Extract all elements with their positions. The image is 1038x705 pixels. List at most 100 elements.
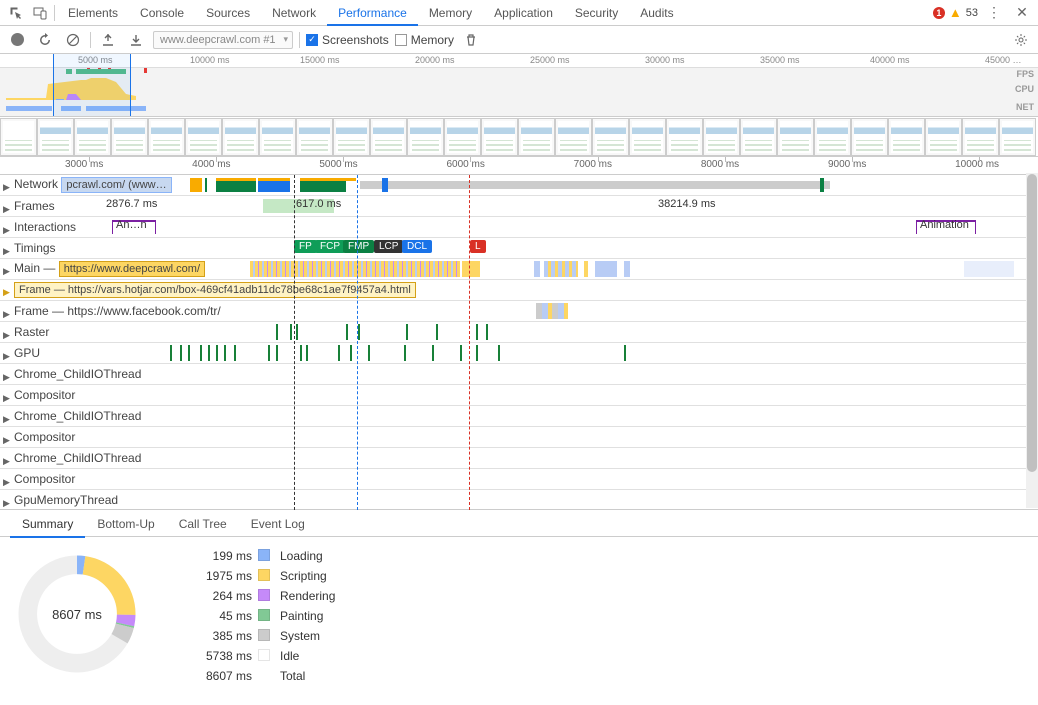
filmstrip-frame[interactable] — [37, 118, 74, 156]
stab-summary[interactable]: Summary — [10, 510, 85, 538]
tab-audits[interactable]: Audits — [629, 0, 684, 26]
screenshots-checkbox[interactable]: Screenshots — [306, 33, 389, 47]
load-profile-icon[interactable] — [97, 29, 119, 51]
memory-checkbox[interactable]: Memory — [395, 33, 454, 47]
legend-time: 45 ms — [182, 609, 252, 623]
tab-memory[interactable]: Memory — [418, 0, 483, 26]
track-network[interactable]: ▶Network pcrawl.com/ (www… — [0, 175, 1038, 196]
track-frame-facebook[interactable]: ▶Frame — https://www.facebook.com/tr/ — [0, 301, 1038, 322]
filmstrip-frame[interactable] — [592, 118, 629, 156]
track-gpu[interactable]: ▶GPU — [0, 343, 1038, 364]
filmstrip-frame[interactable] — [629, 118, 666, 156]
warn-icon[interactable]: ▲ — [949, 5, 962, 20]
track-main[interactable]: ▶Main — https://www.deepcrawl.com/ — [0, 259, 1038, 280]
filmstrip-frame[interactable] — [296, 118, 333, 156]
filmstrip-frame[interactable] — [962, 118, 999, 156]
filmstrip-frame[interactable] — [703, 118, 740, 156]
record-button[interactable] — [6, 29, 28, 51]
cpu-label: CPU — [1015, 84, 1034, 94]
fps-label: FPS — [1016, 69, 1034, 79]
track-compositor-2[interactable]: ▶Compositor — [0, 427, 1038, 448]
tab-performance[interactable]: Performance — [327, 0, 418, 26]
overview-ruler: 5000 ms10000 ms15000 ms20000 ms25000 ms3… — [0, 54, 1038, 68]
device-toggle-icon[interactable] — [28, 1, 52, 25]
collect-garbage-icon[interactable] — [460, 29, 482, 51]
filmstrip-frame[interactable] — [74, 118, 111, 156]
summary-panel: Summary Bottom-Up Call Tree Event Log 86… — [0, 509, 1038, 705]
overview-selection[interactable] — [53, 54, 131, 116]
filmstrip-frame[interactable] — [851, 118, 888, 156]
track-compositor-1[interactable]: ▶Compositor — [0, 385, 1038, 406]
filmstrip-frame[interactable] — [814, 118, 851, 156]
tab-elements[interactable]: Elements — [57, 0, 129, 26]
tab-network[interactable]: Network — [261, 0, 327, 26]
filmstrip-frame[interactable] — [222, 118, 259, 156]
filmstrip-frame[interactable] — [740, 118, 777, 156]
legend-swatch — [258, 669, 270, 681]
tracks-scrollbar[interactable] — [1026, 173, 1038, 508]
filmstrip-frame[interactable] — [259, 118, 296, 156]
filmstrip-frame[interactable] — [777, 118, 814, 156]
legend-time: 8607 ms — [182, 669, 252, 683]
track-raster[interactable]: ▶Raster — [0, 322, 1038, 343]
main-ruler[interactable]: 3000 ms4000 ms5000 ms6000 ms7000 ms8000 … — [0, 157, 1038, 175]
filmstrip-frame[interactable] — [185, 118, 222, 156]
track-gpumemory[interactable]: ▶GpuMemoryThread — [0, 490, 1038, 511]
stab-bottomup[interactable]: Bottom-Up — [85, 510, 166, 538]
filmstrip-frame[interactable] — [333, 118, 370, 156]
legend-time: 199 ms — [182, 549, 252, 563]
track-childio-1[interactable]: ▶Chrome_ChildIOThread — [0, 364, 1038, 385]
filmstrip-frame[interactable] — [925, 118, 962, 156]
summary-tabs: Summary Bottom-Up Call Tree Event Log — [0, 509, 1038, 537]
track-interactions[interactable]: ▶Interactions An…n Animation — [0, 217, 1038, 238]
profile-selector[interactable]: www.deepcrawl.com #1 — [153, 31, 293, 49]
tab-console[interactable]: Console — [129, 0, 195, 26]
filmstrip-frame[interactable] — [888, 118, 925, 156]
filmstrip-frame[interactable] — [481, 118, 518, 156]
legend-swatch — [258, 589, 270, 601]
devtools-tabs-bar: Elements Console Sources Network Perform… — [0, 0, 1038, 26]
legend-label: Rendering — [280, 589, 335, 603]
filmstrip-frame[interactable] — [370, 118, 407, 156]
legend-label: Scripting — [280, 569, 335, 583]
filmstrip-frame[interactable] — [518, 118, 555, 156]
reload-record-button[interactable] — [34, 29, 56, 51]
legend-time: 5738 ms — [182, 649, 252, 663]
tab-application[interactable]: Application — [483, 0, 564, 26]
tab-sources[interactable]: Sources — [195, 0, 261, 26]
filmstrip-frame[interactable] — [444, 118, 481, 156]
network-request-badge: pcrawl.com/ (www… — [61, 177, 171, 193]
track-frame-hotjar[interactable]: ▶Frame — https://vars.hotjar.com/box-469… — [0, 280, 1038, 301]
tab-security[interactable]: Security — [564, 0, 629, 26]
summary-donut: 8607 ms — [12, 549, 142, 679]
legend-label: Total — [280, 669, 335, 683]
error-badge[interactable]: 1 — [933, 7, 945, 19]
legend-swatch — [258, 629, 270, 641]
filmstrip-frame[interactable] — [407, 118, 444, 156]
clear-button[interactable] — [62, 29, 84, 51]
track-childio-3[interactable]: ▶Chrome_ChildIOThread — [0, 448, 1038, 469]
save-profile-icon[interactable] — [125, 29, 147, 51]
inspect-icon[interactable] — [4, 1, 28, 25]
stab-calltree[interactable]: Call Tree — [167, 510, 239, 538]
settings-icon[interactable] — [1010, 29, 1032, 51]
legend-label: System — [280, 629, 335, 643]
legend-time: 1975 ms — [182, 569, 252, 583]
filmstrip[interactable] — [0, 117, 1038, 157]
track-compositor-3[interactable]: ▶Compositor — [0, 469, 1038, 490]
filmstrip-frame[interactable] — [148, 118, 185, 156]
track-timings[interactable]: ▶Timings FP FCP FMP LCP DCL L — [0, 238, 1038, 259]
filmstrip-frame[interactable] — [0, 118, 37, 156]
more-icon[interactable]: ⋮ — [982, 1, 1006, 25]
filmstrip-frame[interactable] — [555, 118, 592, 156]
track-frames[interactable]: ▶Frames 2876.7 ms 617.0 ms 38214.9 ms — [0, 196, 1038, 217]
warn-count[interactable]: 53 — [966, 7, 978, 19]
overview-timeline[interactable]: 5000 ms10000 ms15000 ms20000 ms25000 ms3… — [0, 54, 1038, 117]
filmstrip-frame[interactable] — [999, 118, 1036, 156]
close-icon[interactable]: ✕ — [1010, 1, 1034, 25]
legend-swatch — [258, 549, 270, 561]
filmstrip-frame[interactable] — [666, 118, 703, 156]
filmstrip-frame[interactable] — [111, 118, 148, 156]
stab-eventlog[interactable]: Event Log — [239, 510, 317, 538]
track-childio-2[interactable]: ▶Chrome_ChildIOThread — [0, 406, 1038, 427]
